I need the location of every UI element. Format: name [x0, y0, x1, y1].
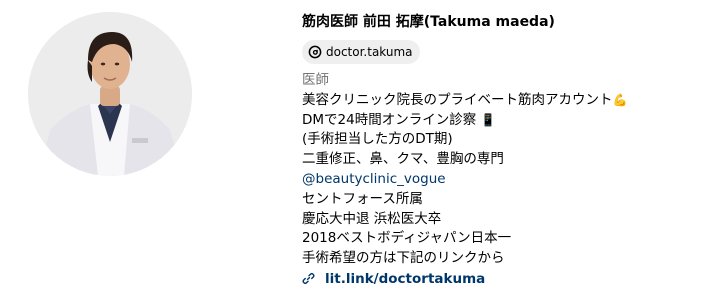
threads-handle: doctor.takuma: [326, 45, 413, 59]
display-name: 筋肉医師 前田 拓摩(Takuma maeda): [302, 10, 692, 34]
bio: 医師 美容クリニック院長のプライベート筋肉アカウント💪 DMで24時間オンライン…: [302, 71, 692, 289]
profile-header: 筋肉医師 前田 拓摩(Takuma maeda) doctor.takuma 医…: [0, 0, 701, 304]
display-name-romaji: (Takuma maeda): [423, 14, 555, 30]
bio-line: (手術担当した方のDT期): [302, 131, 453, 148]
flexed-biceps-icon: 💪: [612, 92, 628, 107]
bio-line: セントフォース所属: [302, 190, 423, 207]
external-link-text: lit.link/doctortakuma: [325, 270, 486, 287]
avatar-photo: [28, 12, 192, 176]
threads-badge-button[interactable]: doctor.takuma: [302, 40, 420, 64]
bio-line: 美容クリニック院長のプライベート筋肉アカウント💪: [302, 91, 628, 108]
bio-line: 2018ベストボディジャパン日本一: [302, 230, 512, 247]
external-link[interactable]: lit.link/doctortakuma: [302, 269, 692, 289]
bio-category: 医師: [302, 72, 329, 88]
bio-line: DMで24時間オンライン診察 📱: [302, 111, 496, 128]
bio-mention-link[interactable]: @beautyclinic_vogue: [302, 170, 692, 190]
mobile-phone-icon: 📱: [480, 112, 496, 127]
threads-icon: [308, 45, 322, 59]
link-icon: [302, 273, 315, 285]
bio-line: 慶応大中退 浜松医大卒: [302, 210, 442, 227]
avatar[interactable]: [28, 12, 192, 176]
bio-line: 手術希望の方は下記のリンクから: [302, 250, 505, 267]
bio-line: 二重修正、鼻、クマ、豊胸の専門: [302, 151, 504, 168]
display-name-jp: 筋肉医師 前田 拓摩: [302, 14, 424, 30]
profile-info: 筋肉医師 前田 拓摩(Takuma maeda) doctor.takuma 医…: [302, 10, 692, 289]
